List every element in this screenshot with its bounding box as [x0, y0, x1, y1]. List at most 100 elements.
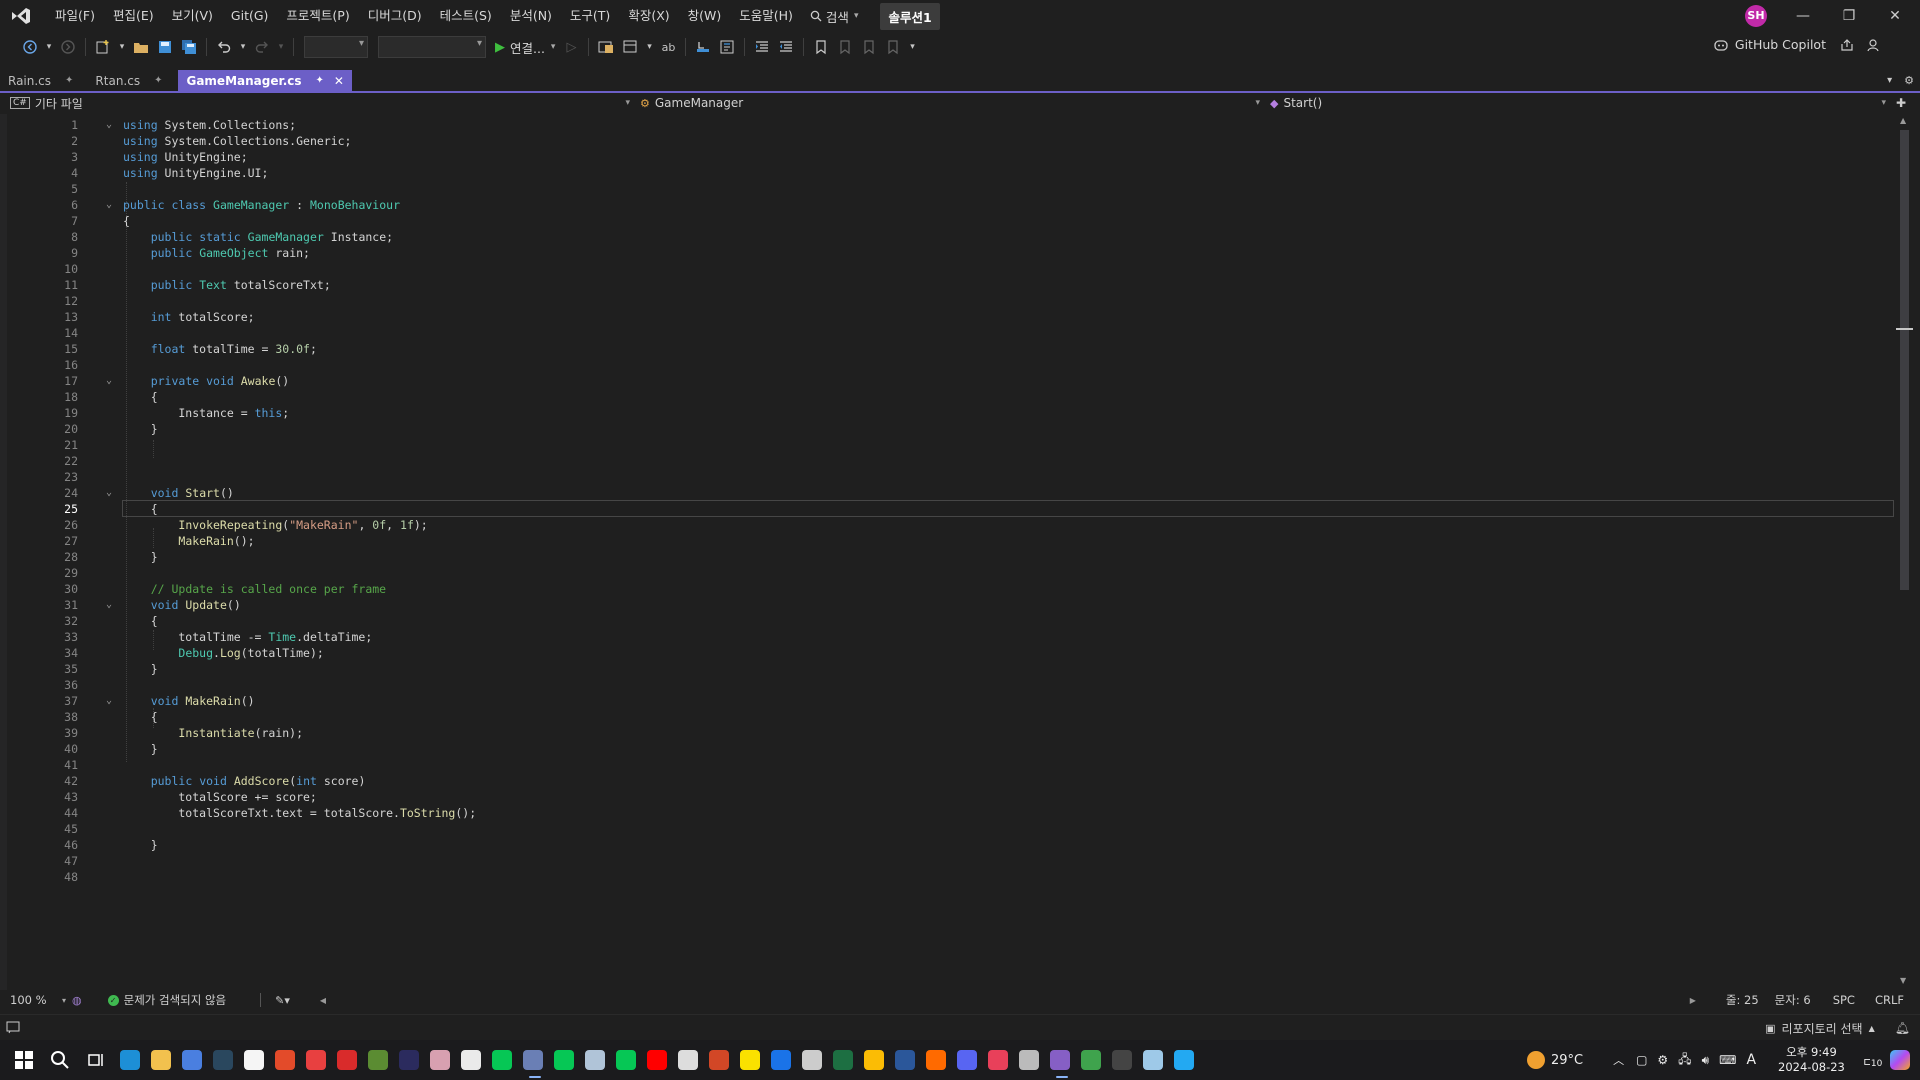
scroll-right-icon[interactable]: ▶ [1690, 996, 1696, 1005]
terminal-icon[interactable] [1106, 1040, 1137, 1080]
issues-indicator[interactable]: ✓ 문제가 검색되지 않음 [107, 992, 226, 1008]
code-line[interactable]: 2 using System.Collections.Generic; [0, 133, 1894, 149]
menu-item[interactable]: 도움말(H) [730, 0, 802, 32]
chevron-down-icon[interactable]: ▾ [238, 37, 248, 57]
code-line[interactable]: 8 public static GameManager Instance; [0, 229, 1894, 245]
scroll-down-icon[interactable]: ▼ [1900, 976, 1906, 985]
pin-icon[interactable]: ✦ [154, 75, 162, 86]
unity-hub-icon[interactable] [517, 1040, 548, 1080]
document-outline-icon[interactable] [717, 37, 737, 57]
code-line[interactable]: 32 { [0, 613, 1894, 629]
code-line[interactable]: 41 [0, 757, 1894, 773]
class-dropdown[interactable]: ⚙ GameManager ▾ [636, 93, 1266, 113]
code-line[interactable]: 19 Instance = this; [0, 405, 1894, 421]
youtube-icon[interactable] [641, 1040, 672, 1080]
unity-alt-icon[interactable] [1013, 1040, 1044, 1080]
menu-item[interactable]: 프로젝트(P) [277, 0, 358, 32]
line-indicator[interactable]: 줄: 25 [1726, 992, 1759, 1008]
fold-toggle-icon[interactable]: ⌄ [103, 597, 115, 613]
close-tab-icon[interactable]: ✕ [334, 74, 344, 88]
char-indicator[interactable]: 문자: 6 [1775, 992, 1811, 1008]
start-button[interactable] [6, 1040, 42, 1080]
scroll-up-icon[interactable]: ▲ [1900, 116, 1906, 125]
code-line[interactable]: 43 totalScore += score; [0, 789, 1894, 805]
code-line[interactable]: 26 InvokeRepeating("MakeRain", 0f, 1f); [0, 517, 1894, 533]
configuration-dropdown[interactable] [304, 36, 368, 58]
code-line[interactable]: 21 [0, 437, 1894, 453]
maps-icon[interactable] [765, 1040, 796, 1080]
code-line[interactable]: 31 ⌄ void Update() [0, 597, 1894, 613]
taskbar-search-button[interactable] [42, 1040, 78, 1080]
unity-icon[interactable] [672, 1040, 703, 1080]
platform-dropdown[interactable] [378, 36, 486, 58]
line-icon[interactable] [548, 1040, 579, 1080]
code-cleanup-icon[interactable]: ✎▾ [275, 994, 290, 1007]
next-bookmark-icon[interactable] [859, 37, 879, 57]
tray-settings-icon[interactable]: ⚙ [1657, 1053, 1668, 1067]
game-icon[interactable] [269, 1040, 300, 1080]
code-line[interactable]: 12 [0, 293, 1894, 309]
network-icon[interactable]: 🖧︎ [1678, 1050, 1691, 1071]
vertical-scrollbar[interactable]: ▲ ▼ [1896, 114, 1913, 990]
line-icon[interactable] [486, 1040, 517, 1080]
navigate-back-icon[interactable] [20, 37, 40, 57]
gear-icon[interactable]: ⚙ [1904, 74, 1914, 87]
code-line[interactable]: 48 [0, 869, 1894, 885]
menu-item[interactable]: 테스트(S) [431, 0, 501, 32]
code-line[interactable]: 14 [0, 325, 1894, 341]
code-line[interactable]: 1 ⌄ using System.Collections; [0, 117, 1894, 133]
capture-icon[interactable] [982, 1040, 1013, 1080]
code-line[interactable]: 24 ⌄ void Start() [0, 485, 1894, 501]
menu-item[interactable]: 창(W) [679, 0, 731, 32]
layout-icon[interactable] [620, 37, 640, 57]
minimize-button[interactable]: — [1780, 0, 1826, 32]
code-line[interactable]: 38 { [0, 709, 1894, 725]
undo-icon[interactable] [214, 37, 234, 57]
fold-toggle-icon[interactable]: ⌄ [103, 485, 115, 501]
code-line[interactable]: 44 totalScoreTxt.text = totalScore.ToStr… [0, 805, 1894, 821]
code-line[interactable]: 15 float totalTime = 30.0f; [0, 341, 1894, 357]
toolbar-overflow-icon[interactable]: ▾ [907, 37, 917, 57]
scroll-left-icon[interactable]: ◀ [320, 996, 326, 1005]
code-line[interactable]: 45 [0, 821, 1894, 837]
avatar-app-icon[interactable] [424, 1040, 455, 1080]
weather-temp[interactable]: 29°C [1551, 1053, 1583, 1068]
intellicode-icon[interactable]: ◍ [72, 994, 82, 1007]
code-line[interactable]: 39 Instantiate(rain); [0, 725, 1894, 741]
visual-studio-icon[interactable] [1044, 1040, 1075, 1080]
pin-icon[interactable]: ✦ [316, 75, 324, 86]
chevron-down-icon[interactable]: ▾ [276, 37, 286, 57]
restore-button[interactable]: ❐ [1826, 0, 1872, 32]
tab-rain-cs[interactable]: Rain.cs ✦ [0, 70, 81, 91]
code-line[interactable]: 29 [0, 565, 1894, 581]
notification-bell-icon[interactable]: 🔔︎ [1895, 1021, 1910, 1035]
start-without-debugging-icon[interactable]: ▷ [561, 37, 581, 57]
fold-toggle-icon[interactable]: ⌄ [103, 117, 115, 133]
github-copilot-button[interactable]: GitHub Copilot [1713, 37, 1880, 52]
code-line[interactable]: 40 } [0, 741, 1894, 757]
app-red-icon[interactable] [300, 1040, 331, 1080]
code-line[interactable]: 17 ⌄ private void Awake() [0, 373, 1894, 389]
code-line[interactable]: 5 [0, 181, 1894, 197]
tray-app-icon[interactable]: ▢ [1636, 1053, 1647, 1067]
code-line[interactable]: 35 } [0, 661, 1894, 677]
code-line[interactable]: 4 using UnityEngine.UI; [0, 165, 1894, 181]
new-project-icon[interactable] [93, 37, 113, 57]
notes-icon[interactable] [238, 1040, 269, 1080]
output-icon[interactable] [6, 1020, 20, 1037]
zoom-dropdown[interactable]: 100 % ▾ [10, 993, 66, 1007]
code-line[interactable]: 47 [0, 853, 1894, 869]
chevron-up-icon[interactable]: ︿ [1613, 1052, 1624, 1068]
edge-icon[interactable] [114, 1040, 145, 1080]
code-line[interactable]: 9 public GameObject rain; [0, 245, 1894, 261]
menu-item[interactable]: 도구(T) [561, 0, 619, 32]
notepad-plus-icon[interactable] [1137, 1040, 1168, 1080]
menu-item[interactable]: 분석(N) [501, 0, 561, 32]
fold-toggle-icon[interactable]: ⌄ [103, 693, 115, 709]
user-avatar[interactable]: SH [1745, 5, 1767, 27]
chrome-icon[interactable] [858, 1040, 889, 1080]
redo-icon[interactable] [252, 37, 272, 57]
code-line[interactable]: 20 } [0, 421, 1894, 437]
steam-icon[interactable] [207, 1040, 238, 1080]
code-line[interactable]: 6 ⌄ public class GameManager : MonoBehavio… [0, 197, 1894, 213]
